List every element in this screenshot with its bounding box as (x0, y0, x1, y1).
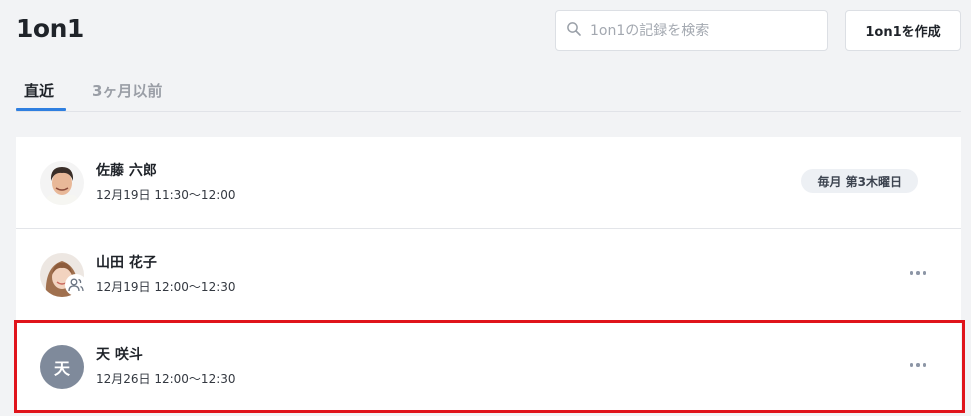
meeting-row[interactable]: 山田 花子 12月19日 12:00〜12:30 (16, 229, 961, 321)
more-icon[interactable] (903, 263, 933, 283)
meeting-list: 佐藤 六郎 12月19日 11:30〜12:00 毎月 第3木曜日 山田 花子 … (16, 137, 961, 413)
one-on-one-page: 1on1 1on1を作成 直近 3ヶ月以前 (0, 0, 971, 416)
attendee-name: 山田 花子 (96, 255, 157, 271)
active-tab-indicator (16, 108, 66, 111)
meeting-datetime: 12月19日 11:30〜12:00 (96, 188, 236, 202)
avatar-initial: 天 (40, 345, 84, 389)
avatar-photo (40, 161, 84, 205)
tab-older-than-3-months[interactable]: 3ヶ月以前 (92, 80, 162, 101)
attendee-name: 佐藤 六郎 (96, 163, 157, 179)
meeting-row[interactable]: 佐藤 六郎 12月19日 11:30〜12:00 毎月 第3木曜日 (16, 137, 961, 229)
more-icon[interactable] (903, 355, 933, 375)
search-icon (566, 21, 582, 41)
page-title: 1on1 (16, 14, 84, 43)
tab-recent[interactable]: 直近 (24, 80, 54, 101)
meeting-row[interactable]: 天 天 咲斗 12月26日 12:00〜12:30 (16, 321, 961, 413)
tab-bar: 直近 3ヶ月以前 (16, 70, 961, 112)
meeting-datetime: 12月26日 12:00〜12:30 (96, 372, 236, 386)
create-1on1-button[interactable]: 1on1を作成 (845, 10, 961, 51)
tab-recent-label: 直近 (24, 82, 55, 100)
tab-older-label: 3ヶ月以前 (92, 82, 163, 100)
attendee-name: 天 咲斗 (96, 347, 143, 363)
recurrence-badge: 毎月 第3木曜日 (801, 169, 918, 193)
search-box[interactable] (555, 10, 828, 51)
search-input[interactable] (590, 22, 820, 39)
group-icon (65, 274, 87, 296)
meeting-datetime: 12月19日 12:00〜12:30 (96, 280, 236, 294)
